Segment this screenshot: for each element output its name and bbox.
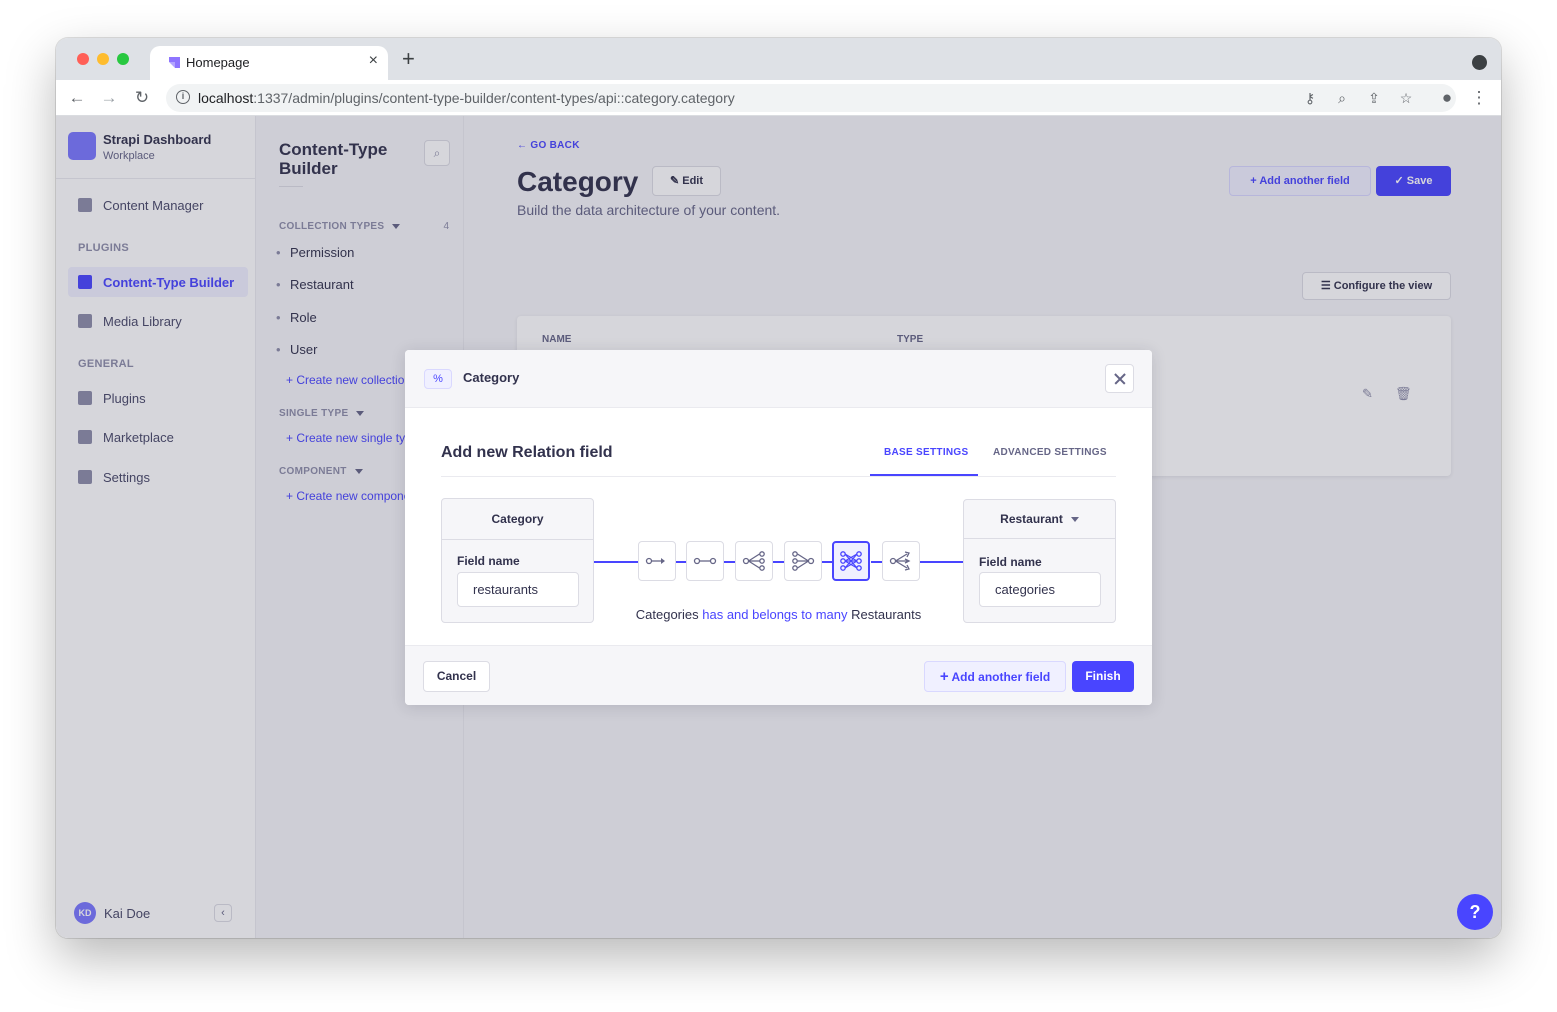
- left-box-title: Category: [442, 499, 593, 540]
- relation-line: [594, 561, 638, 563]
- close-window-button[interactable]: [77, 53, 89, 65]
- left-field-name-input[interactable]: [457, 572, 579, 607]
- add-another-field-button[interactable]: + Add another field: [924, 661, 1066, 692]
- left-content-type-box: Category Field name: [441, 498, 594, 623]
- relation-one-way-button[interactable]: [638, 541, 676, 581]
- one-way-icon: [645, 557, 665, 565]
- target-content-type-select[interactable]: Restaurant: [964, 500, 1115, 539]
- reload-icon[interactable]: ↻: [131, 87, 153, 109]
- back-icon[interactable]: ←: [66, 87, 88, 109]
- more-menu-icon[interactable]: ⋮: [1468, 87, 1490, 109]
- relation-modal: % Category Add new Relation field BASE S…: [405, 350, 1152, 705]
- strapi-favicon-icon: [169, 57, 180, 68]
- tabs-divider: [441, 476, 1116, 477]
- relation-icon: %: [424, 369, 452, 389]
- relation-line: [773, 561, 784, 563]
- modal-footer: Cancel + Add another field Finish: [405, 645, 1152, 705]
- finish-button[interactable]: Finish: [1072, 661, 1134, 692]
- many-way-icon: [889, 551, 911, 571]
- browser-toolbar: ← → ↻ i localhost:1337/admin/plugins/con…: [56, 80, 1501, 116]
- right-box-title: Restaurant: [1000, 512, 1063, 526]
- tab-base-settings[interactable]: BASE SETTINGS: [884, 447, 968, 458]
- relation-line: [871, 561, 882, 563]
- maximize-window-button[interactable]: [117, 53, 129, 65]
- minimize-window-button[interactable]: [97, 53, 109, 65]
- right-content-type-box: Restaurant Field name: [963, 499, 1116, 623]
- tab-search-icon[interactable]: [1472, 55, 1487, 70]
- one-to-one-icon: [693, 557, 717, 565]
- relation-one-to-many-button[interactable]: [735, 541, 773, 581]
- tab-title: Homepage: [186, 55, 250, 70]
- help-button[interactable]: ?: [1457, 894, 1493, 930]
- modal-header-title: Category: [463, 370, 520, 385]
- relation-object: Restaurants: [851, 607, 922, 622]
- chevron-down-icon: [1070, 517, 1079, 523]
- browser-window: Homepage × + ← → ↻ i localhost:1337/admi…: [56, 38, 1501, 938]
- address-bar[interactable]: i localhost:1337/admin/plugins/content-t…: [166, 84, 1456, 112]
- browser-tabbar: Homepage × +: [56, 38, 1501, 80]
- left-field-label: Field name: [457, 554, 520, 568]
- relation-many-to-many-button[interactable]: [832, 541, 870, 581]
- relation-many-way-button[interactable]: [882, 541, 920, 581]
- relation-one-to-one-button[interactable]: [686, 541, 724, 581]
- site-info-icon[interactable]: i: [176, 90, 190, 104]
- new-tab-button[interactable]: +: [402, 48, 415, 70]
- forward-icon[interactable]: →: [98, 87, 120, 109]
- right-field-label: Field name: [979, 555, 1042, 569]
- bookmark-star-icon[interactable]: ☆: [1397, 89, 1415, 107]
- modal-body-title: Add new Relation field: [441, 444, 613, 461]
- tab-advanced-settings[interactable]: ADVANCED SETTINGS: [993, 447, 1107, 458]
- relation-line: [724, 561, 735, 563]
- relation-description: Categories has and belongs to many Resta…: [605, 607, 952, 622]
- modal-header: % Category: [405, 350, 1152, 408]
- profile-icon[interactable]: ●: [1436, 87, 1458, 109]
- relation-line: [919, 561, 964, 563]
- share-icon[interactable]: ⇪: [1365, 89, 1383, 107]
- cancel-button[interactable]: Cancel: [423, 661, 490, 692]
- relation-line: [676, 561, 686, 563]
- password-key-icon[interactable]: ⚷: [1301, 89, 1319, 107]
- zoom-icon[interactable]: ⌕: [1333, 89, 1351, 107]
- close-icon[interactable]: [1105, 364, 1134, 393]
- one-to-many-icon: [742, 551, 765, 571]
- url-text: localhost:1337/admin/plugins/content-typ…: [198, 90, 735, 106]
- relation-subject: Categories: [635, 607, 699, 622]
- relation-many-to-one-button[interactable]: [784, 541, 822, 581]
- many-to-one-icon: [792, 551, 815, 571]
- active-tab-indicator: [870, 474, 978, 476]
- browser-tab[interactable]: Homepage ×: [150, 46, 388, 80]
- tab-close-icon[interactable]: ×: [369, 52, 378, 70]
- relation-verb: has and belongs to many: [702, 607, 848, 622]
- many-to-many-icon: [840, 551, 862, 571]
- plus-icon: +: [939, 668, 949, 685]
- right-field-name-input[interactable]: [979, 572, 1101, 607]
